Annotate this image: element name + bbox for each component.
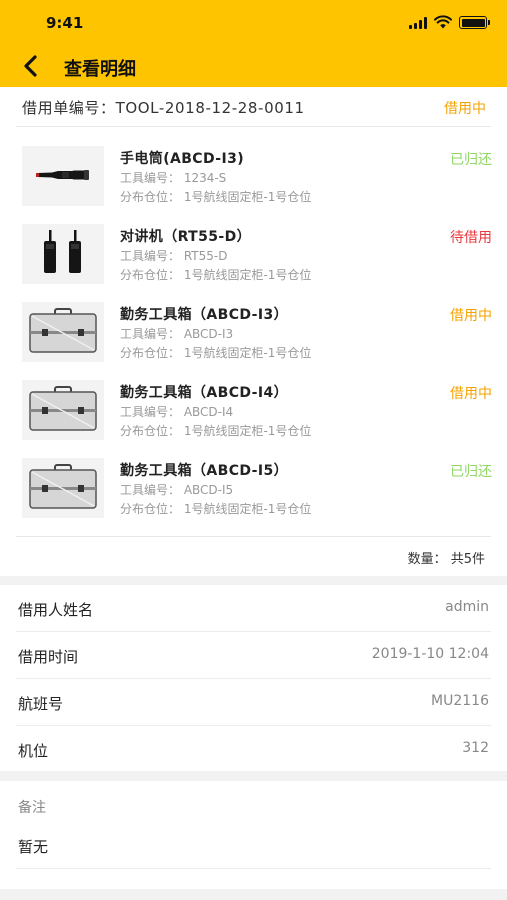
tool-thumbnail [22,224,104,284]
chevron-left-icon[interactable] [20,54,42,78]
tool-location: 分布仓位： 1号航线固定柜-1号仓位 [120,502,312,516]
toolbox-icon [22,458,104,518]
info-row-borrower: 借用人姓名 admin [16,585,491,632]
tool-code: 工具编号： ABCD-I5 [120,483,234,497]
info-value: MU2116 [431,693,489,709]
page-title: 查看明细 [64,59,136,80]
toolbox-icon [22,302,104,362]
tool-list-card: 借用单编号：TOOL-2018-12-28-0011 借用中 手电筒(ABCD-… [0,87,507,576]
tool-status-badge: 待借用 [450,230,492,246]
tool-name: 对讲机（RT55-D） [120,229,252,245]
battery-icon [459,16,490,29]
tool-status-badge: 借用中 [450,386,492,402]
signal-icon [409,17,427,29]
tool-thumbnail [22,458,104,518]
remark-label: 备注 [18,800,46,816]
tool-thumbnail [22,380,104,440]
order-status-badge: 借用中 [444,101,486,117]
tool-name: 勤务工具箱（ABCD-I5） [120,463,289,479]
tool-name: 勤务工具箱（ABCD-I4） [120,385,289,401]
divider [16,868,491,869]
list-item[interactable]: 勤务工具箱（ABCD-I5） 工具编号： ABCD-I5 分布仓位： 1号航线固… [22,458,492,518]
tool-code: 工具编号： ABCD-I4 [120,405,234,419]
info-label: 借用时间 [18,648,79,666]
info-row-stand: 机位 312 [16,726,491,773]
list-item[interactable]: 手电筒(ABCD-I3) 工具编号： 1234-S 分布仓位： 1号航线固定柜-… [22,146,492,206]
quantity-row: 数量： 共5件 [16,536,491,576]
tool-status-badge: 已归还 [450,152,492,168]
toolbox-icon [22,380,104,440]
tool-status-badge: 借用中 [450,308,492,324]
info-label: 航班号 [18,695,64,713]
list-item[interactable]: 对讲机（RT55-D） 工具编号： RT55-D 分布仓位： 1号航线固定柜-1… [22,224,492,284]
tool-location: 分布仓位： 1号航线固定柜-1号仓位 [120,190,312,204]
tool-code: 工具编号： RT55-D [120,249,228,263]
tool-name: 手电筒(ABCD-I3) [120,151,245,167]
status-time: 9:41 [46,14,84,32]
order-number: 借用单编号：TOOL-2018-12-28-0011 [22,99,305,117]
app-header: 9:41 查看明细 [0,0,507,87]
tool-code: 工具编号： ABCD-I3 [120,327,234,341]
info-value: 312 [462,740,489,756]
info-row-borrow-time: 借用时间 2019-1-10 12:04 [16,632,491,679]
tool-location: 分布仓位： 1号航线固定柜-1号仓位 [120,424,312,438]
remark-section: 备注 暂无 [0,781,507,889]
info-value: 2019-1-10 12:04 [371,646,489,662]
tool-status-badge: 已归还 [450,464,492,480]
tool-code: 工具编号： 1234-S [120,171,227,185]
tool-thumbnail [22,146,104,206]
borrow-info-section: 借用人姓名 admin 借用时间 2019-1-10 12:04 航班号 MU2… [0,585,507,771]
list-item[interactable]: 勤务工具箱（ABCD-I4） 工具编号： ABCD-I4 分布仓位： 1号航线固… [22,380,492,440]
wifi-icon [434,15,452,29]
tool-location: 分布仓位： 1号航线固定柜-1号仓位 [120,346,312,360]
info-value: admin [445,599,489,615]
status-icons [409,15,490,29]
info-label: 机位 [18,742,49,760]
tool-location: 分布仓位： 1号航线固定柜-1号仓位 [120,268,312,282]
tool-thumbnail [22,302,104,362]
flashlight-icon [22,146,104,206]
walkie-talkie-icon [22,224,104,284]
quantity-total: 数量： 共5件 [407,552,485,567]
info-row-flight-number: 航班号 MU2116 [16,679,491,726]
remark-value: 暂无 [18,838,49,856]
list-item[interactable]: 勤务工具箱（ABCD-I3） 工具编号： ABCD-I3 分布仓位： 1号航线固… [22,302,492,362]
order-number-row: 借用单编号：TOOL-2018-12-28-0011 借用中 [16,87,491,127]
info-label: 借用人姓名 [18,601,94,619]
tool-name: 勤务工具箱（ABCD-I3） [120,307,289,323]
